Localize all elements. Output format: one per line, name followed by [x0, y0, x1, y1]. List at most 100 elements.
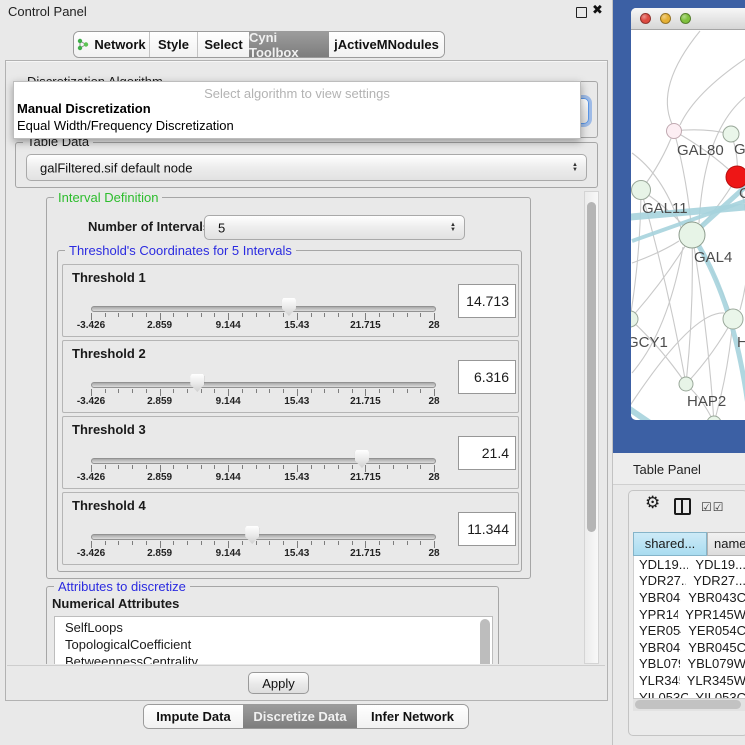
table-row[interactable]: YER054CYER054C — [634, 622, 745, 639]
node-n-gal4[interactable] — [679, 222, 705, 248]
threshold-1-box: Threshold 1-3.4262.8599.14415.4321.71528… — [62, 264, 519, 337]
threshold-value-field[interactable]: 6.316 — [458, 360, 516, 394]
node-n-h[interactable] — [723, 309, 743, 329]
slider-track[interactable] — [91, 306, 436, 312]
vertical-scrollbar[interactable] — [584, 191, 599, 664]
popup-option-equal-width-frequency[interactable]: Equal Width/Frequency Discretization — [17, 118, 234, 133]
scrollbar-thumb[interactable] — [635, 700, 741, 709]
group-title: Threshold's Coordinates for 5 Intervals — [65, 243, 296, 258]
close-icon[interactable]: ✖ — [592, 2, 603, 18]
node-n-galx[interactable] — [723, 126, 739, 142]
node-n-hap2[interactable] — [679, 377, 693, 391]
network-window-titlebar[interactable] — [631, 8, 745, 30]
table-row[interactable]: YBR045CYBR045C — [634, 639, 745, 656]
tick-label: -3.426 — [77, 396, 105, 407]
edge[interactable] — [686, 235, 692, 384]
scrollbar-thumb[interactable] — [587, 202, 596, 532]
column-header-shared-name[interactable]: shared... — [633, 532, 707, 556]
cell-name: YIL053C — [688, 690, 745, 698]
slider-track[interactable] — [91, 382, 436, 388]
cyni-toolbox-panel: Discretization Algorithm Select algorith… — [5, 60, 608, 701]
cell-shared-name: YBR045C — [634, 640, 681, 655]
node-n-bottom[interactable] — [707, 416, 721, 420]
tab-impute-data[interactable]: Impute Data — [144, 705, 243, 728]
column-header-name[interactable]: name — [707, 532, 745, 556]
tab-infer-network[interactable]: Infer Network — [357, 705, 468, 728]
tick-label: 28 — [428, 548, 439, 559]
table-row[interactable]: YDL19...YDL19... — [634, 556, 745, 573]
edge[interactable] — [631, 190, 641, 319]
attribute-item[interactable]: SelfLoops — [65, 619, 492, 636]
tick-label: 21.715 — [350, 472, 381, 483]
attribute-item[interactable]: TopologicalCoefficient — [65, 636, 492, 653]
node-n-gal11[interactable] — [632, 181, 651, 200]
threshold-value-field[interactable]: 14.713 — [458, 284, 516, 318]
apply-button[interactable]: Apply — [248, 672, 309, 694]
slider-track[interactable] — [91, 458, 436, 464]
threshold-label: Threshold 1 — [72, 270, 146, 285]
algorithm-dropdown-popup: Select algorithm to view settings Manual… — [13, 81, 581, 139]
tab-discretize-data[interactable]: Discretize Data — [243, 705, 357, 728]
edge[interactable] — [641, 131, 674, 190]
table-row[interactable]: YBL079WYBL079W — [634, 656, 745, 673]
network-icon — [77, 38, 90, 51]
tick-label: 15.43 — [284, 472, 309, 483]
tab-cyni-toolbox[interactable]: Cyni Toolbox — [249, 32, 329, 57]
slider-ticks — [91, 313, 435, 322]
minimize-traffic-light[interactable] — [660, 13, 671, 24]
combobox-value: 5 — [218, 220, 225, 235]
node-label-h: H — [737, 334, 745, 351]
table-panel-title: Table Panel — [633, 462, 701, 477]
tick-label: 9.144 — [216, 320, 241, 331]
cell-name: YBL079W — [680, 656, 745, 671]
threshold-value-field[interactable]: 21.4 — [458, 436, 516, 470]
node-n-gcy1[interactable] — [631, 311, 638, 327]
split-columns-icon[interactable] — [674, 498, 691, 515]
tab-label: Infer Network — [371, 709, 454, 724]
table-data-combobox[interactable]: galFiltered.sif default node ▲▼ — [26, 154, 587, 181]
numerical-attributes-list: SelfLoopsTopologicalCoefficientBetweenne… — [54, 616, 493, 664]
tick-label: 21.715 — [350, 396, 381, 407]
cell-shared-name: YDL19... — [634, 557, 688, 572]
checkboxes-icon[interactable]: ☑☑ — [701, 500, 725, 514]
slider-ticks — [91, 541, 435, 550]
gear-icon[interactable]: ⚙ — [645, 493, 660, 513]
table-row[interactable]: YPR145WYPR145W — [634, 606, 745, 623]
tab-jactivemnodules[interactable]: jActiveMNodules — [329, 32, 444, 57]
slider-ticks — [91, 389, 435, 398]
close-traffic-light[interactable] — [640, 13, 651, 24]
slider-track[interactable] — [91, 534, 436, 540]
separator — [7, 665, 605, 666]
cell-shared-name: YDR27... — [634, 573, 686, 588]
node-n-pink[interactable] — [667, 124, 682, 139]
group-title: Interval Definition — [54, 191, 162, 205]
table-row[interactable]: YIL053CYIL053C — [634, 689, 745, 698]
horizontal-scrollbar[interactable] — [633, 698, 745, 711]
edge[interactable] — [667, 31, 700, 124]
float-window-icon[interactable] — [576, 7, 587, 18]
edge[interactable] — [680, 59, 745, 125]
cell-name: YPR145W — [678, 607, 745, 622]
tab-select[interactable]: Select — [197, 32, 249, 57]
attribute-item[interactable]: BetweennessCentrality — [65, 653, 492, 664]
zoom-traffic-light[interactable] — [680, 13, 691, 24]
table-row[interactable]: YLR345WYLR345W — [634, 672, 745, 689]
edge[interactable] — [631, 319, 686, 384]
table-row[interactable]: YDR27...YDR27... — [634, 573, 745, 590]
network-canvas[interactable]: GAL80GCGAL11GAL4GCY1HHAP2 — [631, 30, 745, 420]
number-of-intervals-combobox[interactable]: 5 ▲▼ — [204, 215, 465, 240]
list-scrollbar[interactable] — [480, 619, 490, 664]
table-rows: YDL19...YDL19...YDR27...YDR27...YBR043CY… — [633, 556, 745, 698]
tab-network[interactable]: Network — [74, 32, 149, 57]
tick-label: -3.426 — [77, 320, 105, 331]
tab-style[interactable]: Style — [149, 32, 197, 57]
tick-label: 15.43 — [284, 548, 309, 559]
cell-name: YBR045C — [681, 640, 745, 655]
slider-ticks — [91, 465, 435, 474]
cell-shared-name: YBL079W — [634, 656, 680, 671]
popup-option-manual-discretization[interactable]: Manual Discretization — [17, 101, 151, 116]
threshold-value-field[interactable]: 11.344 — [458, 512, 516, 546]
edge[interactable] — [674, 130, 731, 134]
table-row[interactable]: YBR043CYBR043C — [634, 589, 745, 606]
edge[interactable] — [632, 247, 683, 373]
